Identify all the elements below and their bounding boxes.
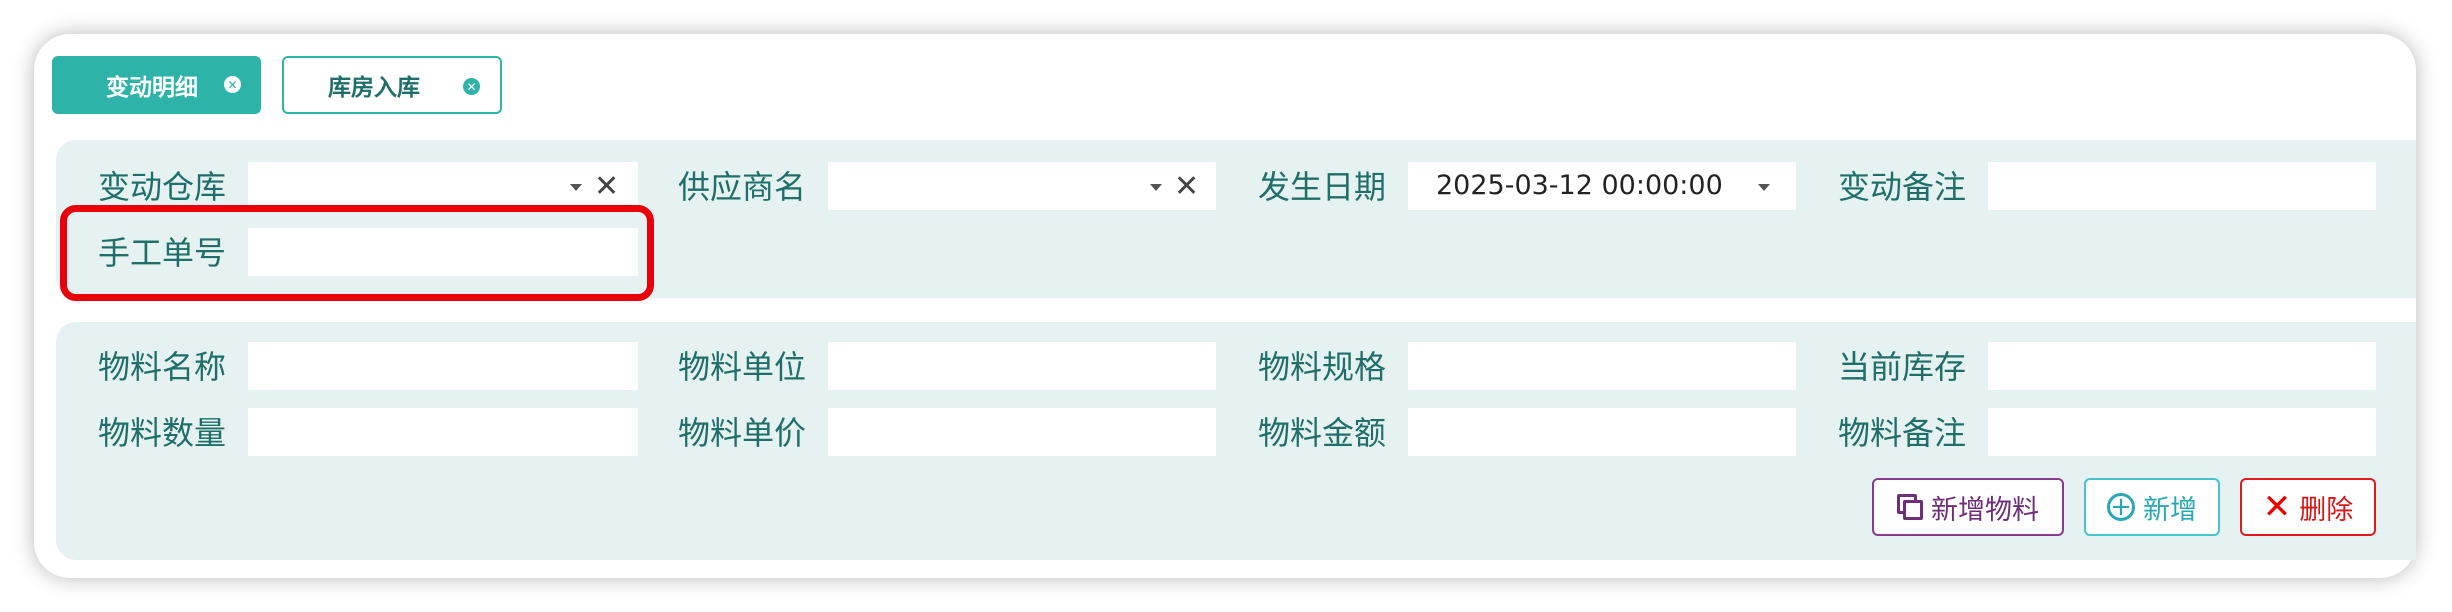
date-label: 发生日期 [1258, 168, 1387, 206]
plus-circle-icon: + [2107, 493, 2135, 521]
material-spec-label: 物料规格 [1258, 348, 1387, 386]
material-spec-input[interactable] [1408, 342, 1796, 390]
caret-down-icon[interactable] [570, 184, 582, 191]
caret-down-icon[interactable] [1150, 184, 1162, 191]
material-remark-label: 物料备注 [1838, 414, 1967, 452]
add-material-button[interactable]: 新增物料 [1872, 478, 2064, 536]
material-unit-label: 物料单位 [678, 348, 807, 386]
caret-down-icon[interactable] [1758, 184, 1770, 191]
material-name-label: 物料名称 [98, 348, 227, 386]
current-stock-label: 当前库存 [1838, 348, 1967, 386]
material-price-label: 物料单价 [678, 414, 807, 452]
tab-label: 库房入库 [328, 74, 420, 100]
add-button[interactable]: + 新增 [2084, 478, 2220, 536]
close-icon[interactable]: ✕ [594, 172, 619, 202]
current-stock-input[interactable] [1988, 342, 2376, 390]
material-amount-label: 物料金额 [1258, 414, 1387, 452]
tab-warehouse-inbound[interactable]: 库房入库 ✕ [282, 56, 502, 114]
delete-label: 删除 [2299, 494, 2354, 526]
close-circle-icon[interactable]: ✕ [224, 76, 241, 93]
tab-change-detail[interactable]: 变动明细 ✕ [52, 56, 261, 114]
add-label: 新增 [2143, 494, 2197, 526]
material-price-input[interactable] [828, 408, 1216, 456]
tab-label: 变动明细 [106, 74, 198, 100]
copy-icon [1897, 494, 1923, 520]
highlight-box [60, 205, 654, 301]
material-name-input[interactable] [248, 342, 638, 390]
close-icon[interactable]: ✕ [1174, 172, 1199, 202]
remark-label: 变动备注 [1838, 168, 1967, 206]
material-qty-input[interactable] [248, 408, 638, 456]
material-unit-input[interactable] [828, 342, 1216, 390]
close-circle-icon[interactable]: ✕ [463, 78, 480, 95]
remark-input[interactable] [1988, 162, 2376, 210]
date-picker[interactable]: 2025-03-12 00:00:00 [1408, 162, 1796, 210]
material-remark-input[interactable] [1988, 408, 2376, 456]
supplier-label: 供应商名 [678, 168, 807, 206]
material-amount-input[interactable] [1408, 408, 1796, 456]
delete-button[interactable]: ✕ 删除 [2240, 478, 2376, 536]
add-material-label: 新增物料 [1931, 494, 2039, 526]
material-qty-label: 物料数量 [98, 414, 227, 452]
x-icon: ✕ [2262, 487, 2292, 527]
